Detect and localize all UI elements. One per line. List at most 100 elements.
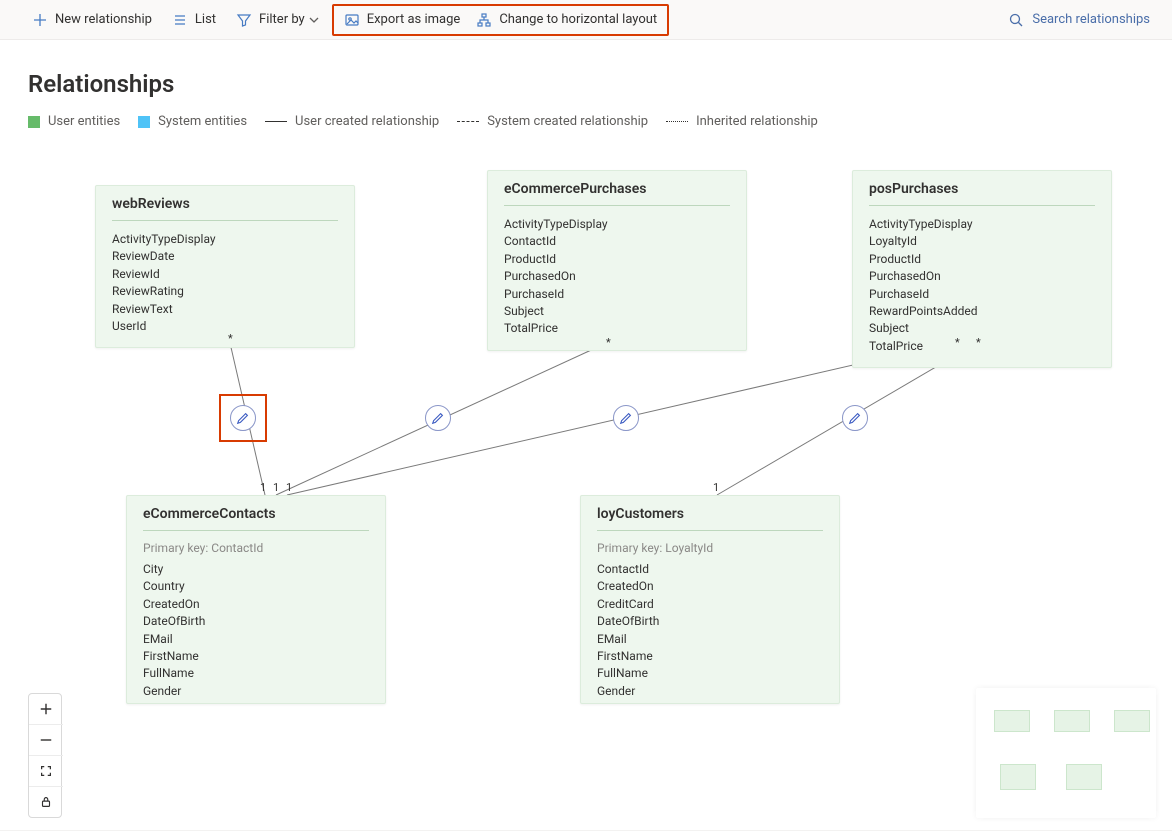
pencil-icon	[619, 411, 633, 425]
field: PurchaseId	[869, 286, 1095, 303]
new-relationship-label: New relationship	[55, 12, 152, 27]
hierarchy-icon	[476, 12, 492, 28]
entity-card-ecommercecontacts[interactable]: eCommerceContacts Primary key: ContactId…	[126, 495, 386, 704]
export-image-button[interactable]: Export as image	[336, 7, 469, 33]
field: ReviewRating	[112, 283, 338, 300]
field: CreatedOn	[143, 596, 369, 613]
layout-toggle-button[interactable]: Change to horizontal layout	[468, 7, 665, 33]
field: FirstName	[143, 648, 369, 665]
lock-button[interactable]	[29, 787, 63, 817]
entity-fields: ActivityTypeDisplay ContactId ProductId …	[504, 216, 730, 338]
cardinality-one: 1	[273, 481, 279, 494]
primary-key: Primary key: ContactId	[143, 541, 369, 555]
field: ReviewText	[112, 301, 338, 318]
cardinality-many: *	[606, 336, 611, 349]
entity-card-ecommercepurchases[interactable]: eCommercePurchases ActivityTypeDisplay C…	[487, 170, 747, 351]
field: ContactId	[504, 233, 730, 250]
primary-key-value: LoyaltyId	[665, 541, 713, 555]
field: City	[143, 561, 369, 578]
system-entity-swatch	[138, 116, 150, 128]
legend-user-entities-label: User entities	[48, 114, 120, 129]
dashed-line-icon	[457, 121, 479, 122]
field: TotalPrice	[869, 338, 1095, 355]
field: PurchasedOn	[504, 268, 730, 285]
field: ProductId	[504, 251, 730, 268]
primary-key-value: ContactId	[211, 541, 263, 555]
search-icon	[1008, 12, 1024, 28]
export-label: Export as image	[367, 12, 461, 27]
list-button[interactable]: List	[164, 7, 224, 33]
pencil-icon	[431, 411, 445, 425]
entity-fields: ActivityTypeDisplay ReviewDate ReviewId …	[112, 231, 338, 335]
field: ActivityTypeDisplay	[504, 216, 730, 233]
entity-fields: City Country CreatedOn DateOfBirth EMail…	[143, 561, 369, 704]
minimap[interactable]	[976, 688, 1156, 818]
layout-toggle-label: Change to horizontal layout	[499, 12, 657, 27]
entity-card-pospurchases[interactable]: posPurchases ActivityTypeDisplay Loyalty…	[852, 170, 1112, 368]
primary-key-label: Primary key:	[143, 541, 208, 555]
field: RewardPointsAdded	[869, 303, 1095, 320]
field: EMail	[597, 631, 823, 648]
zoom-out-button[interactable]	[29, 725, 63, 756]
minus-icon	[39, 733, 53, 747]
page-title: Relationships	[28, 70, 1144, 98]
cardinality-one: 1	[260, 481, 266, 494]
legend-system-entities-label: System entities	[158, 114, 247, 129]
field: ActivityTypeDisplay	[112, 231, 338, 248]
entity-fields: ContactId CreatedOn CreditCard DateOfBir…	[597, 561, 823, 704]
field: ActivityTypeDisplay	[869, 216, 1095, 233]
field: Subject	[504, 303, 730, 320]
chevron-down-icon	[308, 14, 320, 26]
legend-system-entities: System entities	[138, 114, 247, 129]
entity-fields: ActivityTypeDisplay LoyaltyId ProductId …	[869, 216, 1095, 355]
field: CreditCard	[597, 596, 823, 613]
search-placeholder: Search relationships	[1032, 12, 1150, 27]
legend-inherited-relationship: Inherited relationship	[666, 114, 818, 129]
legend-user-rel-label: User created relationship	[295, 114, 439, 129]
entity-card-loycustomers[interactable]: loyCustomers Primary key: LoyaltyId Cont…	[580, 495, 840, 704]
diagram-canvas[interactable]: webReviews ActivityTypeDisplay ReviewDat…	[0, 160, 1172, 830]
edit-relationship-handle[interactable]	[842, 405, 868, 431]
plus-icon	[32, 12, 48, 28]
legend-inherited-rel-label: Inherited relationship	[696, 114, 818, 129]
highlighted-toolbar-group: Export as image Change to horizontal lay…	[332, 4, 669, 36]
search-relationships[interactable]: Search relationships	[996, 6, 1162, 34]
filter-icon	[236, 12, 252, 28]
fit-to-screen-button[interactable]	[29, 756, 63, 787]
entity-card-webreviews[interactable]: webReviews ActivityTypeDisplay ReviewDat…	[95, 185, 355, 348]
list-label: List	[195, 12, 216, 27]
highlighted-edit-handle	[219, 394, 267, 442]
cardinality-many: *	[976, 336, 981, 349]
field: LoyaltyId	[869, 233, 1095, 250]
new-relationship-button[interactable]: New relationship	[24, 7, 160, 33]
field: ReviewDate	[112, 248, 338, 265]
minimap-box	[1054, 710, 1090, 732]
entity-title: eCommercePurchases	[504, 181, 730, 206]
field: DateOfBirth	[597, 613, 823, 630]
fullscreen-icon	[39, 764, 53, 778]
field: EMail	[143, 631, 369, 648]
field: Gender	[597, 683, 823, 700]
minimap-box	[1114, 710, 1150, 732]
cardinality-one: 1	[713, 481, 719, 494]
cardinality-many: *	[955, 336, 960, 349]
filter-button[interactable]: Filter by	[228, 7, 328, 33]
edit-relationship-handle[interactable]	[613, 405, 639, 431]
entity-title: webReviews	[112, 196, 338, 221]
plus-icon	[39, 702, 53, 716]
edit-relationship-handle[interactable]	[425, 405, 451, 431]
minimap-box	[1000, 764, 1036, 790]
field: CreatedOn	[597, 578, 823, 595]
entity-title: loyCustomers	[597, 506, 823, 531]
lock-icon	[39, 795, 53, 809]
zoom-in-button[interactable]	[29, 694, 63, 725]
pencil-icon	[848, 411, 862, 425]
minimap-box	[1066, 764, 1102, 790]
legend-user-entities: User entities	[28, 114, 120, 129]
zoom-controls	[28, 693, 62, 818]
toolbar: New relationship List Filter by Export a…	[0, 0, 1172, 40]
solid-line-icon	[265, 121, 287, 122]
cardinality-one: 1	[286, 481, 292, 494]
legend: User entities System entities User creat…	[28, 114, 1144, 129]
field: LastName	[597, 700, 823, 704]
